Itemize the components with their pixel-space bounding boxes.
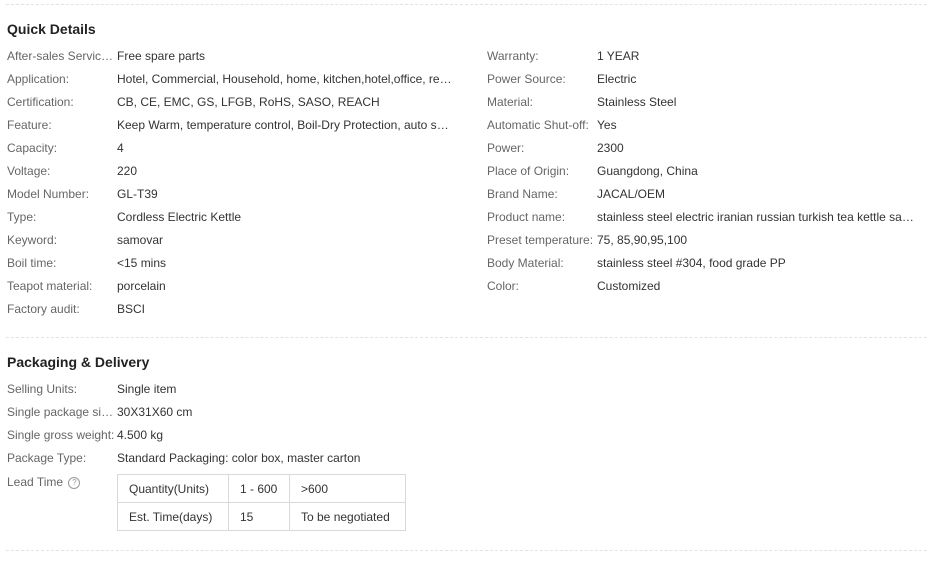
detail-label: Power: — [487, 141, 525, 155]
detail-label: Single package size: — [7, 405, 115, 419]
detail-value: CB, CE, EMC, GS, LFGB, RoHS, SASO, REACH — [117, 95, 380, 109]
detail-label: Selling Units: — [7, 382, 78, 396]
detail-label: Material: — [487, 95, 534, 109]
table-cell: 15 — [228, 502, 290, 531]
table-cell: >600 — [289, 474, 406, 503]
detail-value: Hotel, Commercial, Household, home, kitc… — [117, 72, 452, 86]
detail-label: Model Number: — [7, 187, 90, 201]
detail-label: Type: — [7, 210, 37, 224]
detail-label: Application: — [7, 72, 70, 86]
detail-label: Preset temperature: — [487, 233, 594, 247]
detail-label: Automatic Shut-off: — [487, 118, 589, 132]
detail-label: Capacity: — [7, 141, 58, 155]
detail-label: Brand Name: — [487, 187, 558, 201]
detail-value: 30X31X60 cm — [117, 405, 193, 419]
detail-value: porcelain — [117, 279, 166, 293]
detail-label: Voltage: — [7, 164, 51, 178]
detail-label: Single gross weight: — [7, 428, 115, 442]
detail-label: Certification: — [7, 95, 74, 109]
table-row: Quantity(Units) 1 - 600 >600 — [117, 474, 406, 503]
table-cell: Quantity(Units) — [117, 474, 229, 503]
lead-time-label: Lead Time — [7, 475, 64, 489]
detail-value: stainless steel electric iranian russian… — [597, 210, 922, 224]
detail-value: 2300 — [597, 141, 624, 155]
detail-label: Teapot material: — [7, 279, 93, 293]
detail-label: After-sales Service Provided: — [7, 49, 115, 63]
detail-label: Power Source: — [487, 72, 566, 86]
detail-value: stainless steel #304, food grade PP — [597, 256, 786, 270]
packaging-delivery-title: Packaging & Delivery — [7, 354, 150, 370]
detail-label: Keyword: — [7, 233, 58, 247]
detail-value: Yes — [597, 118, 617, 132]
detail-value: Free spare parts — [117, 49, 206, 63]
detail-value: 4 — [117, 141, 124, 155]
table-cell: 1 - 600 — [228, 474, 290, 503]
detail-value: JACAL/OEM — [597, 187, 666, 201]
detail-value: 220 — [117, 164, 138, 178]
detail-value: Customized — [597, 279, 661, 293]
bottom-divider — [6, 550, 927, 551]
detail-value: samovar — [117, 233, 164, 247]
lead-time-label-row: Lead Time ? — [7, 473, 81, 496]
detail-value: <15 mins — [117, 256, 167, 270]
detail-label: Package Type: — [7, 451, 87, 465]
detail-label: Boil time: — [7, 256, 57, 270]
detail-value: Standard Packaging: color box, master ca… — [117, 451, 361, 465]
detail-value: Electric — [597, 72, 637, 86]
detail-value: 75, 85,90,95,100 — [597, 233, 688, 247]
detail-value: Guangdong, China — [597, 164, 698, 178]
help-icon[interactable]: ? — [68, 476, 81, 489]
detail-label: Product name: — [487, 210, 566, 224]
detail-value: Stainless Steel — [597, 95, 677, 109]
table-cell: Est. Time(days) — [117, 502, 229, 531]
lead-time-table: Quantity(Units) 1 - 600 >600 Est. Time(d… — [117, 474, 406, 531]
detail-label: Color: — [487, 279, 520, 293]
detail-value: BSCI — [117, 302, 146, 316]
table-row: Est. Time(days) 15 To be negotiated — [117, 502, 406, 531]
detail-value: 1 YEAR — [597, 49, 640, 63]
detail-value: Cordless Electric Kettle — [117, 210, 242, 224]
detail-value: Single item — [117, 382, 177, 396]
table-cell: To be negotiated — [289, 502, 406, 531]
detail-value: Keep Warm, temperature control, Boil-Dry… — [117, 118, 452, 132]
detail-value: 4.500 kg — [117, 428, 164, 442]
detail-label: Feature: — [7, 118, 52, 132]
detail-label: Body Material: — [487, 256, 564, 270]
section-divider — [6, 337, 927, 338]
detail-label: Warranty: — [487, 49, 539, 63]
detail-label: Place of Origin: — [487, 164, 570, 178]
top-divider — [6, 4, 927, 5]
detail-label: Factory audit: — [7, 302, 80, 316]
detail-value: GL-T39 — [117, 187, 158, 201]
quick-details-title: Quick Details — [7, 21, 96, 37]
